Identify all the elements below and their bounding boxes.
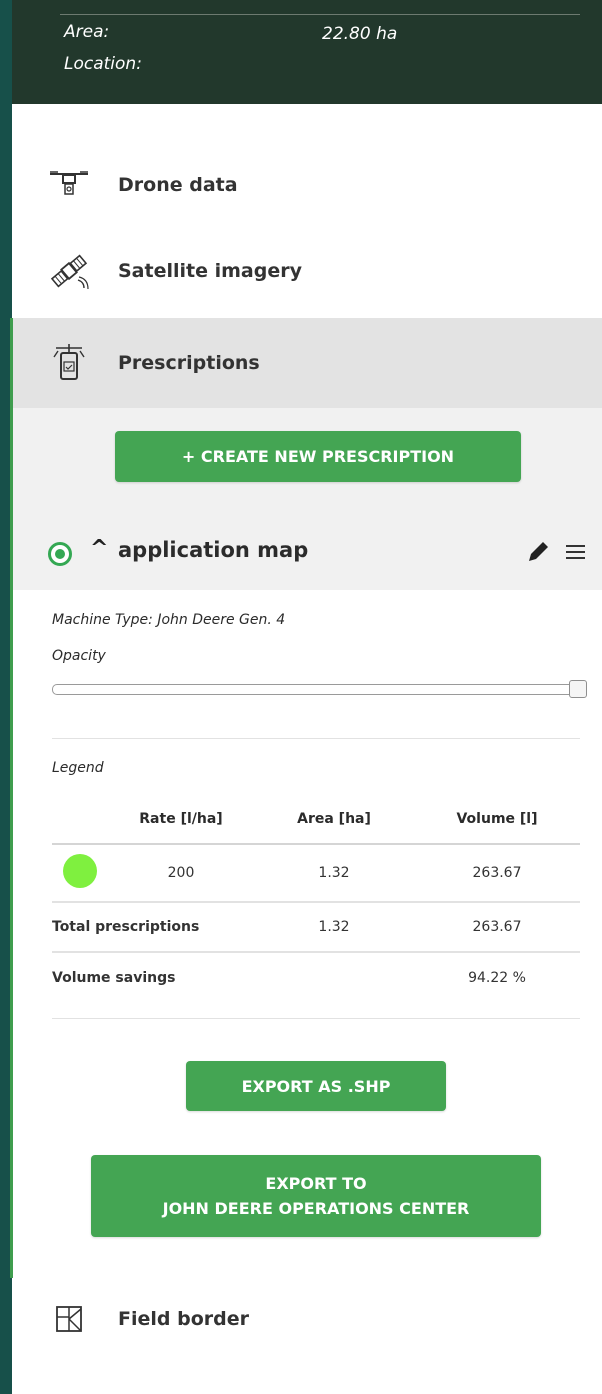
area-value: 22.80 ha bbox=[322, 24, 398, 44]
total-label: Total prescriptions bbox=[52, 901, 254, 952]
export-john-deere-button[interactable]: EXPORT TO JOHN DEERE OPERATIONS CENTER bbox=[91, 1155, 541, 1237]
field-info-header: Area: 22.80 ha Location: bbox=[12, 0, 602, 104]
prescription-map-header: ^ application map bbox=[12, 516, 602, 590]
create-new-prescription-button[interactable]: + CREATE NEW PRESCRIPTION bbox=[115, 431, 521, 482]
volume-cell: 263.67 bbox=[414, 843, 580, 902]
header-divider bbox=[60, 14, 580, 15]
area-header: Area [ha] bbox=[297, 810, 371, 827]
rate-header: Rate [l/ha] bbox=[139, 810, 223, 827]
map-visibility-radio[interactable] bbox=[48, 542, 72, 566]
savings-row: Volume savings 94.22 % bbox=[52, 951, 580, 1002]
legend-color-cell bbox=[52, 843, 108, 902]
divider bbox=[52, 1018, 580, 1019]
legend-label: Legend bbox=[52, 760, 104, 776]
volume-header: Volume [l] bbox=[456, 810, 538, 827]
nav-label-satellite-imagery: Satellite imagery bbox=[118, 260, 302, 282]
satellite-icon bbox=[48, 251, 90, 291]
savings-label: Volume savings bbox=[52, 951, 254, 1002]
table-row: 200 1.32 263.67 bbox=[52, 843, 580, 902]
nav-item-drone-data[interactable]: Drone data bbox=[12, 142, 602, 228]
total-area: 1.32 bbox=[254, 901, 414, 952]
pencil-icon[interactable] bbox=[526, 540, 550, 568]
nav-label-field-border: Field border bbox=[118, 1308, 249, 1330]
divider bbox=[52, 738, 580, 739]
export-shp-button[interactable]: EXPORT AS .SHP bbox=[186, 1061, 446, 1111]
nav-label-drone-data: Drone data bbox=[118, 174, 238, 196]
active-section-indicator bbox=[10, 318, 13, 1278]
area-label: Area: bbox=[64, 22, 110, 42]
nav-label-prescriptions: Prescriptions bbox=[118, 352, 260, 374]
export-jd-line2: JOHN DEERE OPERATIONS CENTER bbox=[162, 1199, 470, 1218]
legend-header-row: Rate [l/ha] Area [ha] Volume [l] bbox=[52, 794, 580, 844]
total-volume: 263.67 bbox=[414, 901, 580, 952]
savings-empty-cell bbox=[254, 951, 414, 1002]
total-row: Total prescriptions 1.32 263.67 bbox=[52, 901, 580, 952]
menu-icon[interactable] bbox=[565, 542, 587, 566]
chevron-up-icon[interactable]: ^ bbox=[90, 536, 108, 561]
opacity-slider[interactable] bbox=[52, 680, 587, 698]
opacity-label: Opacity bbox=[52, 648, 106, 664]
rate-cell: 200 bbox=[108, 843, 254, 902]
nav-item-field-border[interactable]: Field border bbox=[12, 1276, 602, 1362]
field-border-icon bbox=[48, 1299, 90, 1339]
prescription-map-name: application map bbox=[118, 538, 309, 562]
layers-panel: Drone data Satellite imagery Prescriptio… bbox=[12, 104, 602, 1394]
location-label: Location: bbox=[64, 54, 142, 74]
export-jd-line1: EXPORT TO bbox=[265, 1174, 367, 1193]
legend-color-header bbox=[52, 794, 108, 844]
legend-color-dot bbox=[63, 854, 97, 888]
legend-table: Rate [l/ha] Area [ha] Volume [l] 200 1.3… bbox=[52, 794, 580, 1002]
nav-item-prescriptions[interactable]: Prescriptions bbox=[12, 318, 602, 408]
nav-item-satellite-imagery[interactable]: Satellite imagery bbox=[12, 228, 602, 314]
sprayer-icon bbox=[48, 343, 90, 383]
radio-selected-dot bbox=[55, 549, 65, 559]
opacity-slider-thumb[interactable] bbox=[569, 680, 587, 698]
drone-icon bbox=[48, 165, 90, 205]
area-cell: 1.32 bbox=[254, 843, 414, 902]
savings-value: 94.22 % bbox=[414, 951, 580, 1002]
machine-type-label: Machine Type: John Deere Gen. 4 bbox=[52, 612, 286, 628]
